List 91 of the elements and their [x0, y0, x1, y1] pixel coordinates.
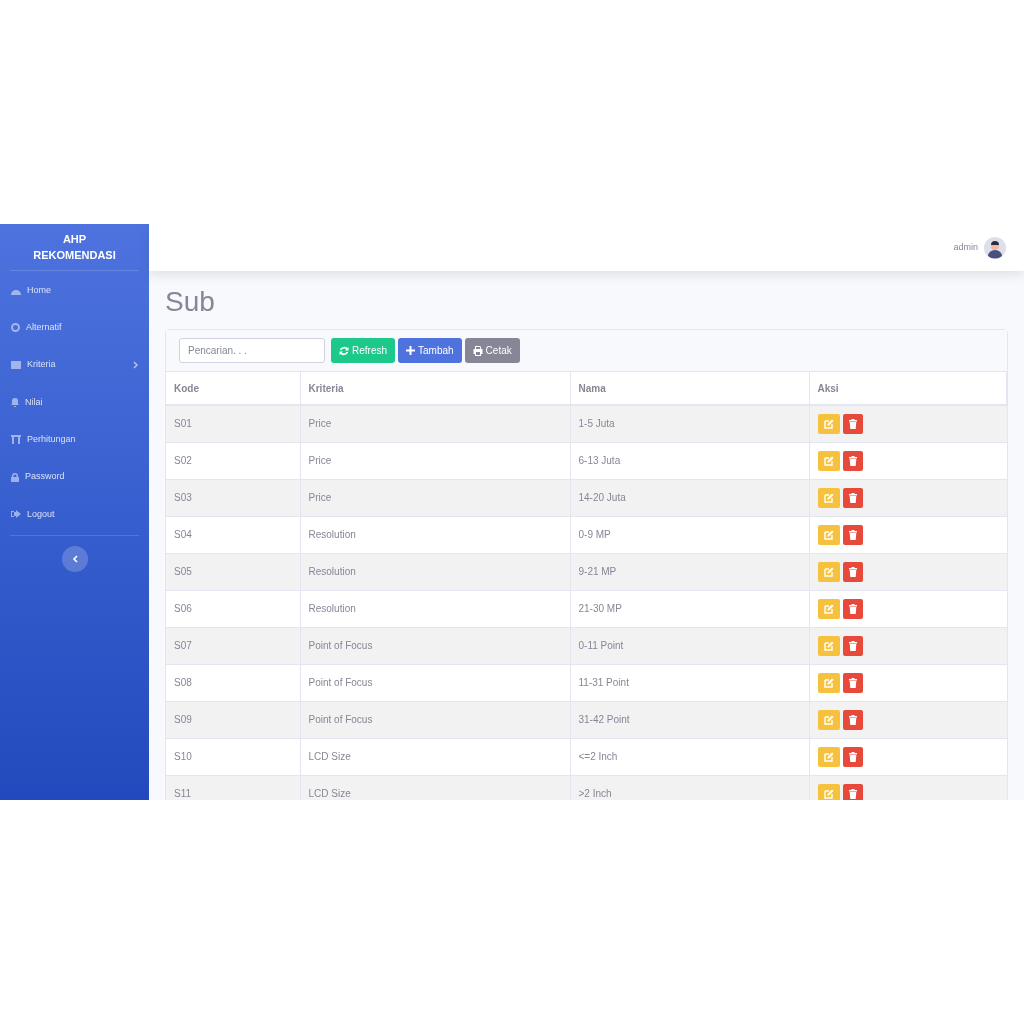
- trash-icon: [848, 529, 857, 540]
- table-cell: S10: [166, 738, 300, 775]
- sidebar-item[interactable]: Alternatif: [0, 309, 149, 347]
- delete-button[interactable]: [842, 561, 863, 582]
- table-cell: 14-20 Juta: [570, 479, 809, 516]
- trash-icon: [848, 751, 857, 762]
- sidebar-item[interactable]: Password: [0, 458, 149, 496]
- edit-icon: [823, 566, 834, 577]
- delete-button[interactable]: [842, 598, 863, 619]
- sidebar-item[interactable]: Kriteria: [0, 346, 149, 384]
- table-cell: Resolution: [300, 516, 570, 553]
- delete-button[interactable]: [842, 524, 863, 545]
- table-cell: S05: [166, 553, 300, 590]
- table-cell: S09: [166, 701, 300, 738]
- table-cell: LCD Size: [300, 738, 570, 775]
- sidebar-item[interactable]: Home: [0, 272, 149, 310]
- table-cell: 21-30 MP: [570, 590, 809, 627]
- edit-icon: [823, 788, 834, 799]
- gate-icon: [11, 435, 21, 445]
- table-cell: 0-11 Point: [570, 627, 809, 664]
- edit-icon: [823, 492, 834, 503]
- trash-icon: [848, 603, 857, 614]
- table-cell: S07: [166, 627, 300, 664]
- trash-icon: [848, 492, 857, 503]
- table-cell: 0-9 MP: [570, 516, 809, 553]
- table-cell: <=2 Inch: [570, 738, 809, 775]
- table-cell: Price: [300, 405, 570, 442]
- trash-icon: [848, 788, 857, 799]
- trash-icon: [848, 419, 857, 429]
- brand-title: AHP REKOMENDASI: [32, 232, 117, 263]
- table-cell: S03: [166, 479, 300, 516]
- table-cell: S02: [166, 442, 300, 479]
- trash-icon: [848, 566, 857, 577]
- user-name[interactable]: admin: [953, 240, 978, 255]
- delete-button[interactable]: [842, 746, 863, 767]
- bell-icon: [11, 398, 19, 408]
- refresh-icon: [339, 345, 349, 356]
- delete-button[interactable]: [842, 783, 863, 800]
- table-cell: S11: [166, 775, 300, 800]
- trash-icon: [848, 677, 857, 688]
- print-button[interactable]: Cetak: [464, 338, 520, 363]
- chevron-left-icon: [71, 555, 78, 564]
- page-title: Sub: [165, 285, 216, 319]
- edit-icon: [823, 419, 834, 429]
- table-cell: LCD Size: [300, 775, 570, 800]
- edit-icon: [823, 640, 834, 651]
- search-field[interactable]: Pencarian. . .: [179, 338, 325, 363]
- table-icon: [11, 361, 21, 370]
- table-cell: 31-42 Point: [570, 701, 809, 738]
- printer-icon: [472, 345, 483, 356]
- table-cell: Resolution: [300, 553, 570, 590]
- edit-icon: [823, 751, 834, 762]
- sidebar-item[interactable]: Nilai: [0, 383, 149, 422]
- delete-button[interactable]: [842, 635, 863, 656]
- delete-button[interactable]: [842, 414, 863, 434]
- table-cell: Price: [300, 442, 570, 479]
- delete-button[interactable]: [842, 487, 863, 508]
- delete-button[interactable]: [842, 709, 863, 730]
- table-cell: S08: [166, 664, 300, 701]
- delete-button[interactable]: [842, 672, 863, 693]
- plus-icon: [406, 346, 415, 355]
- delete-button[interactable]: [842, 450, 863, 471]
- sidebar-item[interactable]: Logout: [0, 495, 149, 534]
- sidebar-item[interactable]: Perhitungan: [0, 421, 149, 459]
- table-cell: Point of Focus: [300, 701, 570, 738]
- table-cell: Price: [300, 479, 570, 516]
- table-cell: Point of Focus: [300, 664, 570, 701]
- table-cell: 6-13 Juta: [570, 442, 809, 479]
- trash-icon: [848, 455, 857, 466]
- sign-out-icon: [11, 510, 21, 519]
- table-cell: S06: [166, 590, 300, 627]
- table-cell: Point of Focus: [300, 627, 570, 664]
- add-button[interactable]: Tambah: [398, 338, 462, 363]
- table-cell: Resolution: [300, 590, 570, 627]
- refresh-button[interactable]: Refresh: [331, 338, 395, 363]
- sidebar-toggle-button[interactable]: [61, 546, 88, 573]
- lock-icon: [11, 472, 19, 482]
- table-cell: S04: [166, 516, 300, 553]
- trash-icon: [848, 714, 857, 725]
- edit-icon: [823, 714, 834, 725]
- trash-icon: [848, 640, 857, 651]
- avatar-icon[interactable]: [984, 236, 1006, 259]
- table-cell: >2 Inch: [570, 775, 809, 800]
- table-cell: 9-21 MP: [570, 553, 809, 590]
- table-cell: 11-31 Point: [570, 664, 809, 701]
- edit-icon: [823, 455, 834, 466]
- table-cell: 1-5 Juta: [570, 405, 809, 442]
- edit-icon: [823, 529, 834, 540]
- edit-icon: [823, 677, 834, 688]
- edit-icon: [823, 603, 834, 614]
- table-cell: S01: [166, 405, 300, 442]
